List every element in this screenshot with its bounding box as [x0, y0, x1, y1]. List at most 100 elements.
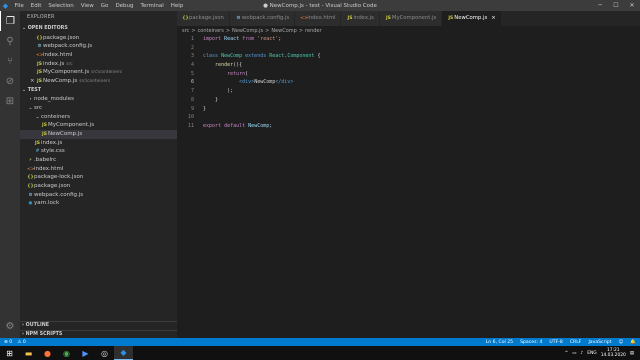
- code-line[interactable]: 4 render(){: [177, 61, 640, 70]
- menu-item-file[interactable]: File: [11, 3, 27, 9]
- menu-item-terminal[interactable]: Terminal: [137, 3, 167, 9]
- open-editors-header[interactable]: ⌄ OPEN EDITORS: [20, 25, 177, 34]
- notifications-bell-icon[interactable]: 🔔: [630, 340, 636, 345]
- code-editor[interactable]: 1 import React from 'react'; 2 3 class NewCo…: [177, 35, 640, 338]
- npm-scripts-header[interactable]: › NPM SCRIPTS: [20, 329, 177, 339]
- file-name: NewComp.js: [43, 77, 78, 84]
- breadcrumb-item[interactable]: NewComp.js: [232, 28, 263, 34]
- tree-item-mycomponent-js[interactable]: JSMyComponent.js: [20, 121, 177, 130]
- open-editor-item[interactable]: × JSNewComp.js src\conteiners: [20, 77, 177, 86]
- tab-mycomponent-js[interactable]: JSMyComponent.js: [379, 11, 443, 26]
- debug-icon[interactable]: ⊘: [0, 71, 20, 91]
- menu-item-help[interactable]: Help: [167, 3, 187, 9]
- menu-item-debug[interactable]: Debug: [112, 3, 137, 9]
- open-editor-item[interactable]: JSindex.js src: [20, 60, 177, 69]
- tree-item-style-css[interactable]: # style.css: [20, 147, 177, 156]
- notifications-icon[interactable]: ▤: [630, 351, 634, 356]
- tree-item-yarn-lock[interactable]: ● yarn.lock: [20, 199, 177, 208]
- breadcrumb-item[interactable]: conteiners: [198, 28, 224, 34]
- status-problems[interactable]: ⚠ 0: [17, 340, 26, 345]
- menu-item-view[interactable]: View: [77, 3, 97, 9]
- breadcrumb-item[interactable]: render: [305, 28, 322, 34]
- open-editor-item[interactable]: JSMyComponent.js src\conteiners: [20, 68, 177, 77]
- tree-item-index-js[interactable]: JSindex.js: [20, 139, 177, 148]
- search-icon[interactable]: ⚲: [0, 31, 20, 51]
- clock[interactable]: 17:21 14.03.2020: [601, 348, 626, 358]
- firefox-icon[interactable]: ●: [38, 346, 57, 360]
- tree-item-package-json[interactable]: {}package.json: [20, 182, 177, 191]
- cursor-position[interactable]: Ln 6, Col 25: [486, 340, 513, 345]
- breadcrumb-item[interactable]: NewComp: [271, 28, 297, 34]
- status-problems[interactable]: ⊗ 0: [4, 340, 12, 345]
- tree-item-label: node_modules: [34, 96, 74, 103]
- tab-index-html[interactable]: <>index.html: [295, 11, 342, 26]
- tab-webpack-config-js[interactable]: ⚙webpack.config.js: [229, 11, 296, 26]
- code-line[interactable]: 3 class NewComp extends React.Component {: [177, 52, 640, 61]
- tree-item-package-lock-json[interactable]: {}package-lock.json: [20, 173, 177, 182]
- tree-item-label: style.css: [41, 148, 65, 155]
- menu-item-go[interactable]: Go: [97, 3, 112, 9]
- code-line[interactable]: 11 export default NewComp;: [177, 122, 640, 131]
- extensions-icon[interactable]: ⊞: [0, 91, 20, 111]
- obs-icon[interactable]: ◎: [95, 346, 114, 360]
- tree-item-src[interactable]: ⌄ src: [20, 104, 177, 113]
- tree-item-index-html[interactable]: <>index.html: [20, 165, 177, 174]
- code-line[interactable]: 10: [177, 113, 640, 122]
- tree-item-label: index.html: [34, 165, 64, 172]
- network-icon[interactable]: ▭: [572, 351, 576, 356]
- vscode-taskbar-icon[interactable]: ◆: [114, 346, 133, 360]
- indentation[interactable]: Spaces: 4: [520, 340, 542, 345]
- code-line[interactable]: 5 return(: [177, 70, 640, 79]
- open-editor-item[interactable]: ⚙webpack.config.js: [20, 42, 177, 51]
- tree-item--babelrc[interactable]: ⚡ .babelrc: [20, 156, 177, 165]
- project-header[interactable]: ⌄ TEST: [20, 87, 177, 96]
- status-right: Ln 6, Col 25 Spaces: 4 UTF-8 CRLF JavaScript…: [486, 340, 636, 345]
- code-token: (){: [233, 62, 243, 69]
- open-editor-item[interactable]: <>index.html: [20, 51, 177, 60]
- activity-bar: ❐ ⚲ ⑂ ⊘ ⊞ ⚙: [0, 11, 20, 338]
- close-window-icon[interactable]: ✕: [624, 0, 640, 11]
- code-token: class: [203, 53, 222, 60]
- file-explorer-icon[interactable]: ▬: [19, 346, 38, 360]
- tree-item-conteiners[interactable]: ⌄ conteiners: [20, 113, 177, 122]
- code-line[interactable]: 7 );: [177, 87, 640, 96]
- tab-package-json[interactable]: {}package.json: [177, 11, 230, 26]
- volume-icon[interactable]: ♪: [580, 351, 583, 356]
- menu-item-selection[interactable]: Selection: [45, 3, 77, 9]
- maximize-icon[interactable]: ☐: [608, 0, 624, 11]
- chrome-icon[interactable]: ◉: [57, 346, 76, 360]
- settings-gear-icon[interactable]: ⚙: [0, 316, 20, 336]
- tab-newcomp-js[interactable]: JSNewComp.js ×: [442, 11, 502, 26]
- file-name: MyComponent.js: [43, 69, 90, 76]
- language-indicator[interactable]: ENG: [587, 351, 596, 356]
- breadcrumb-item[interactable]: src: [182, 28, 189, 34]
- feedback-icon[interactable]: ☺: [618, 340, 623, 345]
- minimize-icon[interactable]: ─: [592, 0, 608, 11]
- windows-start-icon[interactable]: ⊞: [0, 346, 19, 360]
- tree-item-node-modules[interactable]: › node_modules: [20, 95, 177, 104]
- menu-item-edit[interactable]: Edit: [27, 3, 45, 9]
- tree-item-webpack-config-js[interactable]: ⚙webpack.config.js: [20, 191, 177, 200]
- code-line[interactable]: 1 import React from 'react';: [177, 35, 640, 44]
- tree-item-label: package-lock.json: [34, 174, 84, 181]
- line-number: 1: [190, 36, 194, 42]
- outline-header[interactable]: › OUTLINE: [20, 321, 177, 330]
- line-endings[interactable]: CRLF: [570, 340, 582, 345]
- tree-item-newcomp-js[interactable]: JSNewComp.js: [20, 129, 177, 139]
- tray-expand-icon[interactable]: ^: [565, 351, 569, 356]
- code-line[interactable]: 8 }: [177, 96, 640, 105]
- language-mode[interactable]: JavaScript: [588, 340, 611, 345]
- code-line[interactable]: 6 <div>NewComp</div>: [177, 78, 640, 87]
- encoding[interactable]: UTF-8: [549, 340, 562, 345]
- close-icon[interactable]: ×: [491, 15, 495, 21]
- code-line[interactable]: 2: [177, 44, 640, 53]
- source-control-icon[interactable]: ⑂: [0, 51, 20, 71]
- explorer-icon[interactable]: ❐: [0, 11, 20, 31]
- line-number: 5: [190, 70, 194, 77]
- code-token: NewComp: [248, 122, 270, 129]
- line-number: 7: [190, 88, 194, 95]
- powershell-icon[interactable]: ▶: [76, 346, 95, 360]
- tab-index-js[interactable]: JSindex.js: [341, 11, 380, 26]
- open-editor-item[interactable]: {}package.json: [20, 34, 177, 43]
- code-line[interactable]: 9}: [177, 105, 640, 114]
